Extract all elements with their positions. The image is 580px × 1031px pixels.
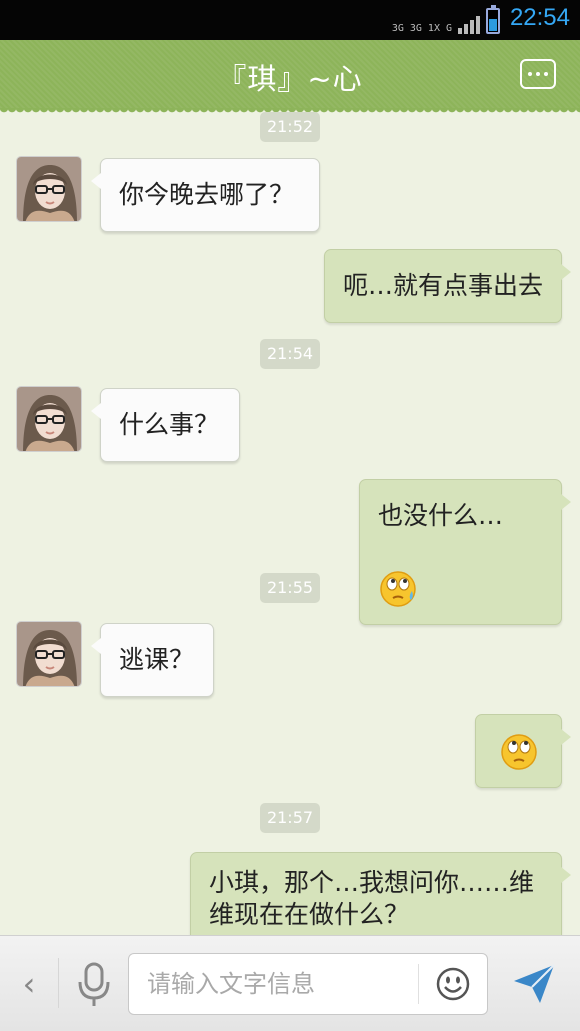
- message-input-bar: ‹: [0, 935, 580, 1031]
- network-3g-label: 3G: [391, 23, 404, 34]
- battery-icon: [486, 5, 500, 34]
- back-chevron-icon[interactable]: ‹: [14, 964, 44, 1004]
- contact-avatar[interactable]: [16, 386, 82, 452]
- incoming-message-bubble[interactable]: 什么事？: [91, 388, 240, 462]
- emoji-smiley-icon[interactable]: [435, 966, 471, 1002]
- outgoing-message-bubble[interactable]: 也没什么…: [359, 479, 571, 625]
- timestamp: 21:54: [260, 339, 320, 369]
- contact-avatar[interactable]: [16, 156, 82, 222]
- network-1x-label: 1X: [427, 23, 440, 34]
- status-icons: 3G 3G 1X G: [391, 5, 500, 34]
- divider: [58, 958, 59, 1008]
- timestamp: 21:52: [260, 112, 320, 142]
- eye-roll-emoji-icon: [500, 734, 537, 770]
- network-3g-label-2: 3G: [409, 23, 422, 34]
- more-dots-icon[interactable]: [520, 59, 556, 89]
- incoming-message-bubble[interactable]: 逃课？: [91, 623, 214, 697]
- outgoing-message-bubble[interactable]: 呃…就有点事出去: [324, 249, 571, 323]
- microphone-icon[interactable]: [70, 958, 118, 1010]
- incoming-message-bubble[interactable]: 你今晚去哪了？: [91, 158, 320, 232]
- timestamp: 21:57: [260, 803, 320, 833]
- signal-strength-icon: [458, 14, 480, 34]
- status-clock: 22:54: [509, 4, 570, 31]
- outgoing-message-text: 也没什么…: [378, 501, 504, 530]
- chat-message-list[interactable]: 21:52 你今晚去哪了？ 呃…就有点事出去 21:54 什么事？ 也没什么… …: [0, 108, 580, 935]
- network-g-label: G: [445, 23, 452, 34]
- message-input[interactable]: [147, 954, 417, 1014]
- outgoing-message-bubble[interactable]: 小琪，那个…我想问你……维维现在在做什么？: [190, 852, 571, 935]
- outgoing-message-bubble[interactable]: [475, 714, 571, 788]
- sweat-emoji-icon: [380, 571, 416, 607]
- message-input-box[interactable]: [128, 953, 488, 1015]
- divider: [418, 964, 419, 1004]
- contact-name: 『琪』~心: [217, 62, 363, 96]
- contact-avatar[interactable]: [16, 621, 82, 687]
- send-arrow-icon[interactable]: [510, 961, 558, 1007]
- timestamp: 21:55: [260, 573, 320, 603]
- status-bar: 3G 3G 1X G 22:54: [0, 0, 580, 40]
- chat-header: 『琪』~心: [0, 40, 580, 114]
